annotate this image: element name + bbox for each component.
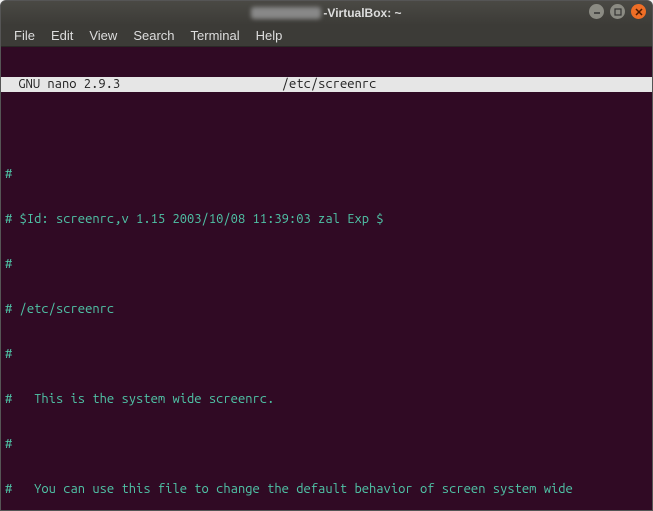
- file-line: #: [5, 257, 648, 272]
- file-line: #: [5, 167, 648, 182]
- window-controls: [589, 4, 646, 19]
- nano-version: GNU nano 2.9.3: [5, 77, 120, 92]
- terminal-viewport[interactable]: GNU nano 2.9.3 /etc/screenrc # # $Id: sc…: [1, 47, 652, 510]
- terminal-window: -VirtualBox: ~ File Edit View Search Ter…: [0, 0, 653, 511]
- file-line: # $Id: screenrc,v 1.15 2003/10/08 11:39:…: [5, 212, 648, 227]
- minimize-button[interactable]: [589, 4, 604, 19]
- nano-buffer[interactable]: # # $Id: screenrc,v 1.15 2003/10/08 11:3…: [1, 137, 652, 510]
- nano-titlebar: GNU nano 2.9.3 /etc/screenrc: [1, 77, 652, 92]
- nano-filename: /etc/screenrc: [120, 77, 538, 92]
- file-line: # You can use this file to change the de…: [5, 482, 648, 497]
- redacted-hostname: [251, 7, 321, 19]
- window-titlebar: -VirtualBox: ~: [1, 1, 652, 25]
- close-button[interactable]: [631, 4, 646, 19]
- menu-search[interactable]: Search: [126, 26, 181, 45]
- menubar: File Edit View Search Terminal Help: [1, 25, 652, 47]
- file-line: # This is the system wide screenrc.: [5, 392, 648, 407]
- file-line: #: [5, 437, 648, 452]
- menu-file[interactable]: File: [7, 26, 42, 45]
- menu-help[interactable]: Help: [249, 26, 290, 45]
- menu-edit[interactable]: Edit: [44, 26, 80, 45]
- file-line: # /etc/screenrc: [5, 302, 648, 317]
- maximize-button[interactable]: [610, 4, 625, 19]
- menu-view[interactable]: View: [82, 26, 124, 45]
- file-line: #: [5, 347, 648, 362]
- window-title-suffix: -VirtualBox: ~: [323, 6, 401, 20]
- menu-terminal[interactable]: Terminal: [184, 26, 247, 45]
